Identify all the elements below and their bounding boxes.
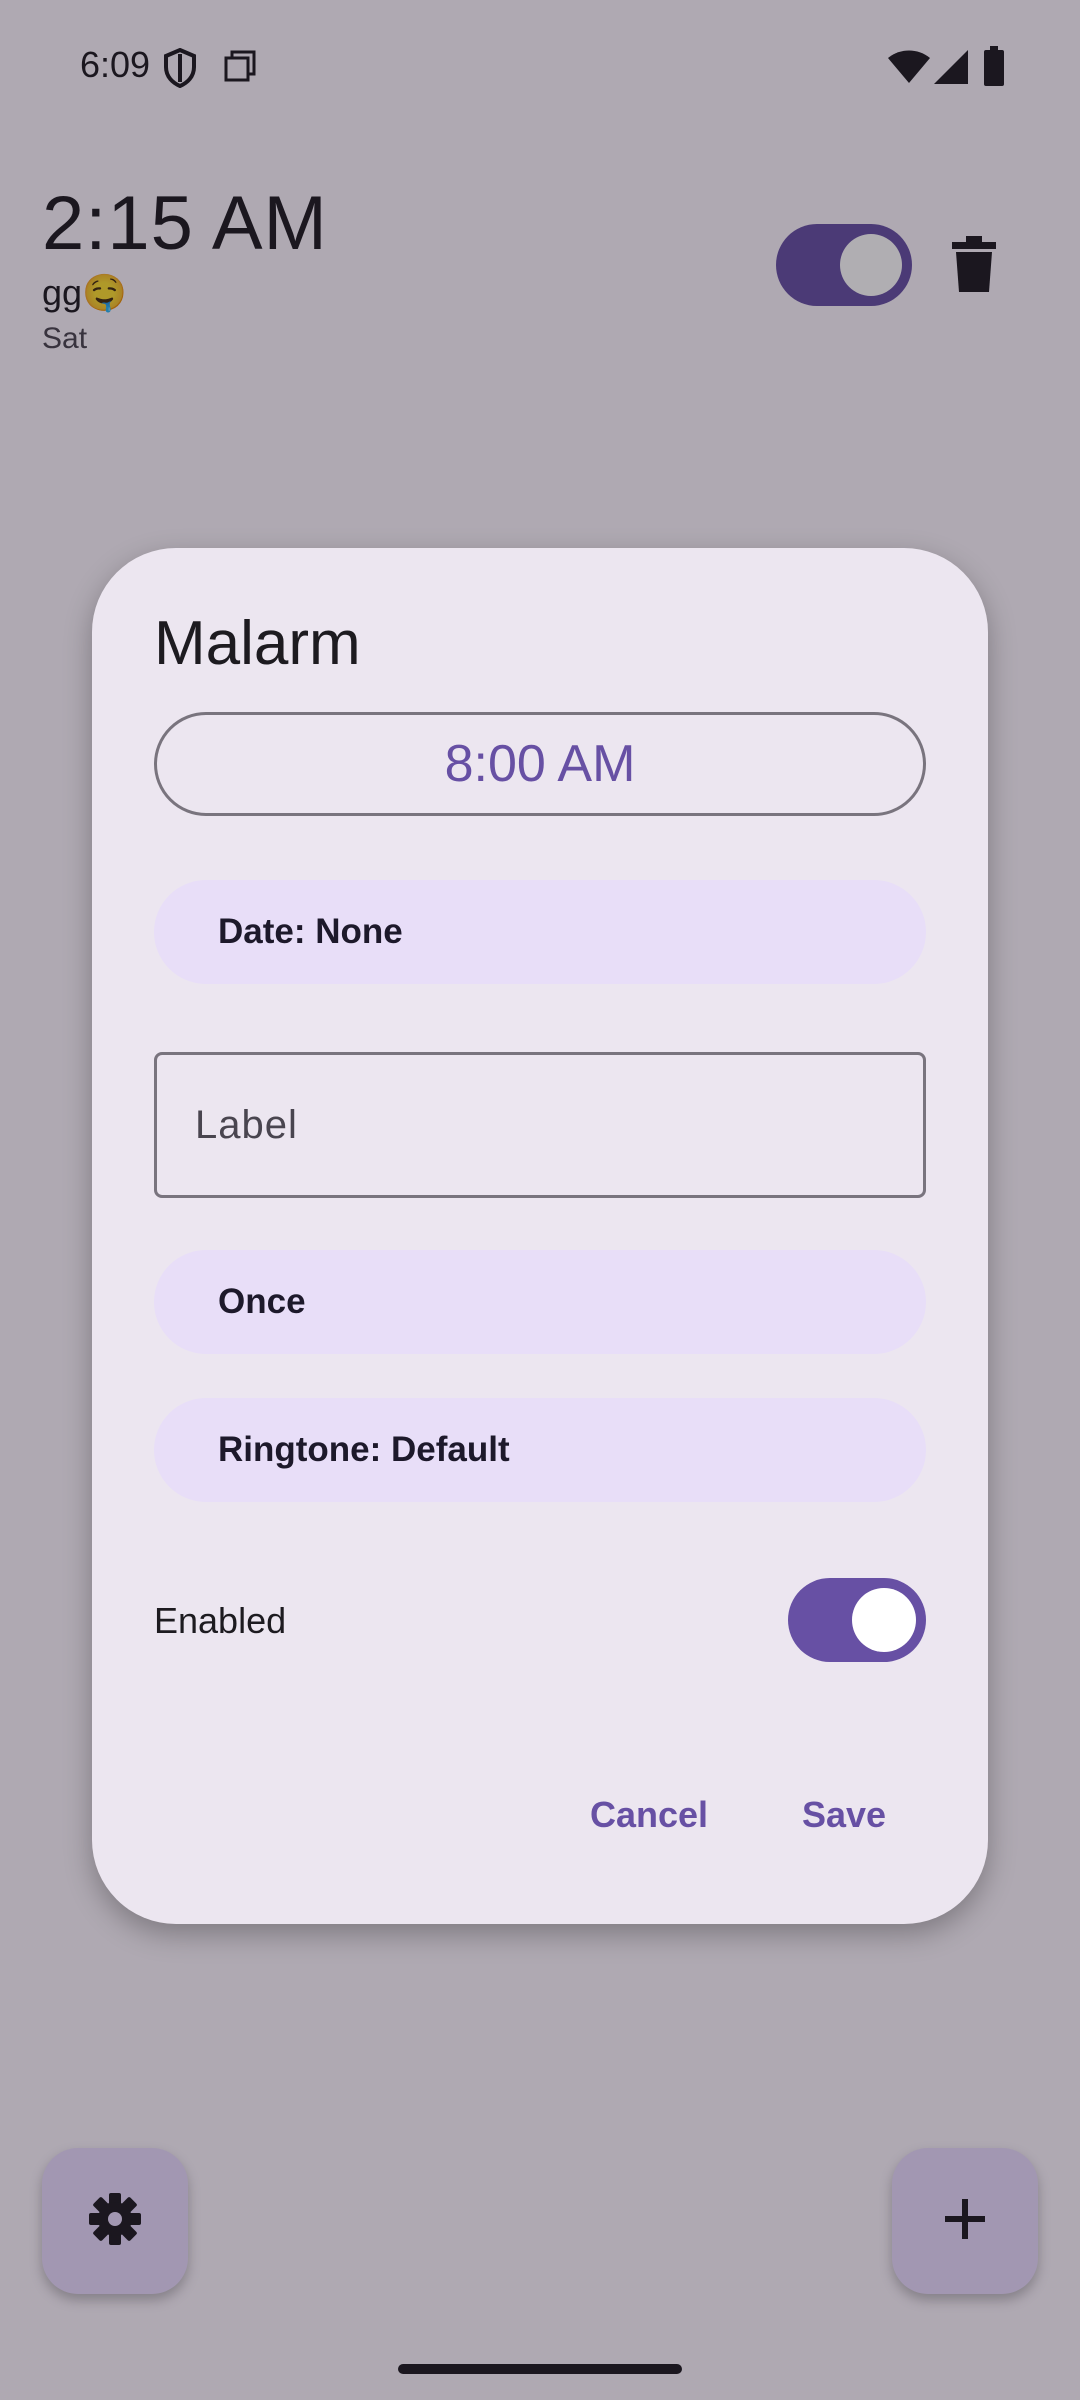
ringtone-button[interactable]: Ringtone: Default [154,1398,926,1502]
alarm-edit-dialog: Malarm 8:00 AM Date: None Once Ringtone:… [92,548,988,1924]
label-field[interactable] [154,1052,926,1198]
enabled-toggle[interactable] [788,1578,926,1662]
enabled-label: Enabled [154,1600,287,1641]
save-button[interactable]: Save [802,1794,886,1836]
label-input[interactable] [157,1055,923,1195]
repeat-button[interactable]: Once [154,1250,926,1354]
date-button[interactable]: Date: None [154,880,926,984]
dialog-title: Malarm [154,609,361,678]
time-picker-button[interactable]: 8:00 AM [154,712,926,816]
cancel-button[interactable]: Cancel [590,1794,708,1836]
toggle-knob [852,1588,916,1652]
